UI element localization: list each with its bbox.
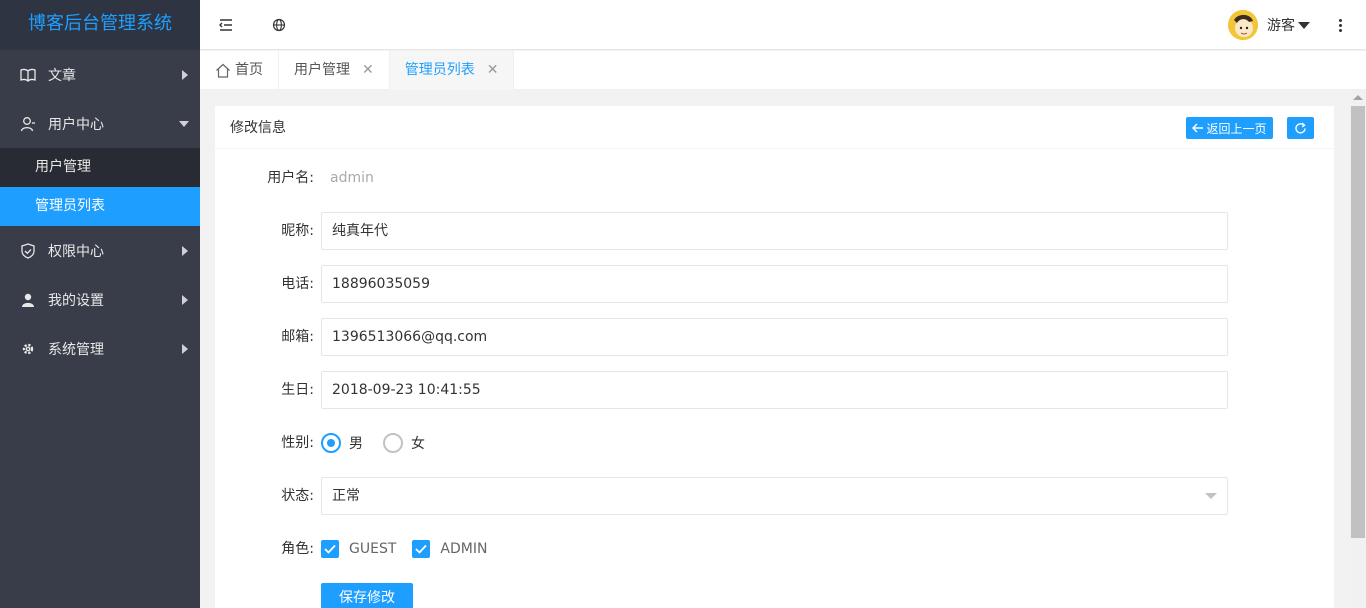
email-label: 邮箱: [281,329,314,345]
chevron-right-icon [182,69,188,80]
birthday-label: 生日: [281,382,314,398]
sidebar-item-label: 权限中心 [48,243,104,260]
save-button[interactable]: 保存修改 [321,583,413,608]
card-title: 修改信息 [230,120,286,136]
tab-label: 首页 [235,62,263,78]
role-checkbox-group: GUEST ADMIN [321,530,503,568]
gender-radio-group: 男 女 [321,424,445,462]
checkbox-label: ADMIN [440,541,488,557]
nickname-input[interactable]: 纯真年代 [321,212,1228,250]
radio-label: 女 [411,436,425,452]
checkbox-label: GUEST [349,541,397,557]
gear-icon [20,341,36,357]
form-row-nickname: 昵称: 纯真年代 [215,212,1334,250]
sidebar-item-permissions[interactable]: 权限中心 [0,226,200,275]
form-row-birthday: 生日: 2018-09-23 10:41:55 [215,371,1334,409]
chevron-right-icon [182,245,188,256]
form-row-email: 邮箱: 1396513066@qq.com [215,318,1334,356]
refresh-button[interactable] [1287,117,1314,139]
sidebar-item-label: 文章 [48,67,76,84]
sidebar: 博客后台管理系统 文章 用户中心 用户管理 管理员列表 权限中心 我的设置 系统… [0,0,200,608]
username-label: 用户名: [267,170,314,186]
scrollbar-thumb[interactable] [1351,106,1365,538]
email-input[interactable]: 1396513066@qq.com [321,318,1228,356]
chevron-down-icon [179,120,189,127]
arrow-left-icon [1192,123,1204,133]
gender-label: 性别: [281,435,314,451]
app-title: 博客后台管理系统 [0,0,200,50]
birthday-input[interactable]: 2018-09-23 10:41:55 [321,371,1228,409]
card-header: 修改信息 返回上一页 [215,106,1334,149]
phone-label: 电话: [281,276,314,292]
more-vertical-icon[interactable] [1332,15,1348,35]
refresh-icon [1295,121,1306,134]
avatar [1228,10,1258,40]
form-row-username: 用户名: admin [215,159,1334,197]
chevron-down-icon [1205,493,1217,499]
scroll-up-arrow-icon[interactable] [1353,95,1363,100]
shield-icon [20,242,36,259]
caret-down-icon [1298,21,1310,29]
sidebar-item-label: 系统管理 [48,341,104,358]
user-name: 游客 [1267,18,1295,34]
status-label: 状态: [281,488,314,504]
close-icon[interactable]: ✕ [487,51,499,90]
back-button-label: 返回上一页 [1206,121,1267,136]
home-icon [215,63,231,78]
back-button[interactable]: 返回上一页 [1186,117,1273,139]
chevron-right-icon [182,294,188,305]
role-label: 角色: [281,541,314,557]
checkbox-checked-icon [412,540,431,558]
radio-unchecked-icon [383,433,403,453]
tab-admin-list[interactable]: 管理员列表 ✕ [389,51,515,90]
gender-radio-female[interactable]: 女 [383,433,425,453]
username-value: admin [330,170,374,186]
close-icon[interactable]: ✕ [362,51,374,90]
tab-user-management[interactable]: 用户管理 ✕ [279,51,390,90]
edit-card: 修改信息 返回上一页 用户名: admin 昵称: 纯真年代 电话: 18896… [215,106,1334,608]
user-outline-icon [20,116,36,132]
radio-label: 男 [349,436,363,452]
nickname-label: 昵称: [281,223,314,239]
sidebar-submenu: 用户管理 管理员列表 [0,148,200,226]
sidebar-item-system[interactable]: 系统管理 [0,324,200,373]
menu-collapse-icon[interactable] [216,15,236,35]
form-row-gender: 性别: 男 女 [215,424,1334,462]
status-select[interactable]: 正常 [321,477,1228,515]
sidebar-item-admin-list[interactable]: 管理员列表 [0,187,200,226]
globe-icon[interactable] [269,15,289,35]
sidebar-item-label: 用户中心 [48,116,104,133]
form-row-phone: 电话: 18896035059 [215,265,1334,303]
role-checkbox-admin[interactable]: ADMIN [412,540,487,558]
form-row-status: 状态: 正常 [215,477,1334,515]
sidebar-item-label: 我的设置 [48,292,104,309]
form-row-role: 角色: GUEST ADMIN [215,530,1334,568]
book-icon [20,67,36,83]
person-icon [20,292,36,308]
user-menu[interactable]: 游客 [1228,9,1310,41]
role-checkbox-guest[interactable]: GUEST [321,540,396,558]
sidebar-item-articles[interactable]: 文章 [0,50,200,99]
tab-home[interactable]: 首页 [200,51,279,90]
radio-checked-icon [321,433,341,453]
tab-label: 用户管理 [294,62,350,78]
page-tabs: 首页 用户管理 ✕ 管理员列表 ✕ [200,51,1366,90]
tab-label: 管理员列表 [404,62,475,78]
top-header: 游客 [200,0,1366,50]
sidebar-item-my-settings[interactable]: 我的设置 [0,275,200,324]
chevron-right-icon [182,343,188,354]
phone-input[interactable]: 18896035059 [321,265,1228,303]
sidebar-item-user-management[interactable]: 用户管理 [0,148,200,187]
checkbox-checked-icon [321,540,339,558]
gender-radio-male[interactable]: 男 [321,433,363,453]
sidebar-item-user-center[interactable]: 用户中心 [0,99,200,148]
